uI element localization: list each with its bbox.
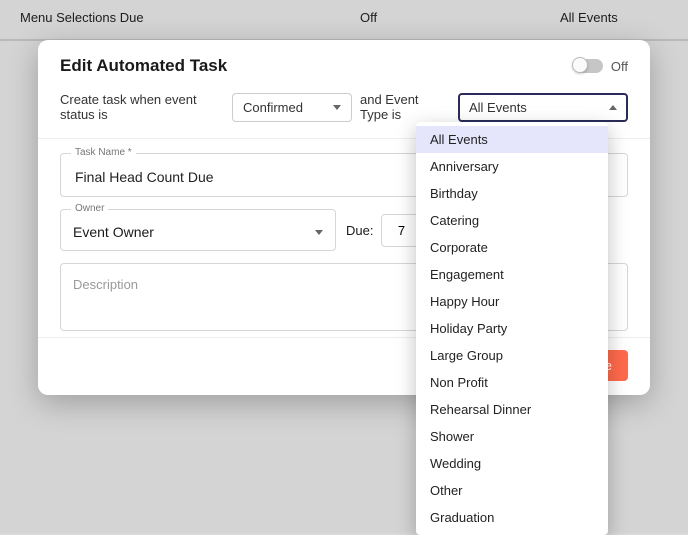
status-toggle-label: Off	[611, 59, 628, 74]
status-select[interactable]: Confirmed	[232, 93, 352, 122]
owner-select[interactable]: Owner Event Owner	[60, 209, 336, 251]
bg-task-scope: All Events	[560, 10, 668, 25]
status-toggle-wrap[interactable]: Off	[573, 59, 628, 74]
event-type-option[interactable]: Graduation	[416, 504, 608, 531]
background-task-row[interactable]: Menu Selections Due Off All Events	[0, 0, 688, 41]
event-type-option[interactable]: Large Group	[416, 342, 608, 369]
sentence-prefix: Create task when event status is	[60, 92, 224, 122]
event-type-select-value: All Events	[469, 100, 527, 115]
owner-label: Owner	[71, 203, 108, 214]
chevron-down-icon	[333, 105, 341, 110]
event-type-option[interactable]: All Events	[416, 126, 608, 153]
event-type-dropdown[interactable]: All EventsAnniversaryBirthdayCateringCor…	[416, 122, 608, 535]
toggle-knob	[572, 57, 588, 73]
event-type-option[interactable]: Non Profit	[416, 369, 608, 396]
task-name-label: Task Name *	[71, 147, 136, 158]
event-type-option[interactable]: Anniversary	[416, 153, 608, 180]
status-toggle[interactable]	[573, 59, 603, 73]
event-type-option[interactable]: Corporate	[416, 234, 608, 261]
event-type-option[interactable]: Wedding	[416, 450, 608, 477]
status-select-value: Confirmed	[243, 100, 303, 115]
bg-task-state: Off	[360, 10, 560, 25]
event-type-option[interactable]: Engagement	[416, 261, 608, 288]
chevron-down-icon	[315, 230, 323, 235]
sentence-mid: and Event Type is	[360, 92, 450, 122]
event-type-option[interactable]: Holiday Party	[416, 315, 608, 342]
event-type-option[interactable]: Birthday	[416, 180, 608, 207]
chevron-up-icon	[609, 105, 617, 110]
event-type-option[interactable]: Shower	[416, 423, 608, 450]
event-type-option[interactable]: Other	[416, 477, 608, 504]
owner-select-value: Event Owner	[73, 224, 154, 240]
event-type-option[interactable]: Rehearsal Dinner	[416, 396, 608, 423]
modal-title: Edit Automated Task	[60, 56, 227, 76]
event-type-option[interactable]: Catering	[416, 207, 608, 234]
description-placeholder: Description	[73, 277, 138, 292]
due-label: Due:	[346, 223, 373, 238]
modal-header: Edit Automated Task Off	[38, 40, 650, 86]
event-type-option[interactable]: Happy Hour	[416, 288, 608, 315]
bg-task-name: Menu Selections Due	[20, 10, 360, 25]
event-type-select[interactable]: All Events	[458, 93, 628, 122]
